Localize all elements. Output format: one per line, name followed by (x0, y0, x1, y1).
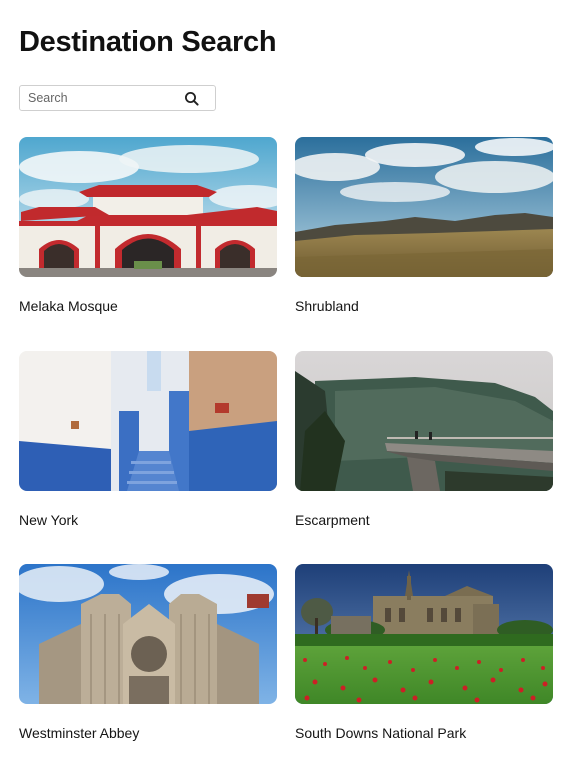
destination-card[interactable]: Westminster Abbey (19, 564, 277, 741)
destination-card[interactable]: Melaka Mosque (19, 137, 277, 314)
destination-name[interactable]: South Downs National Park (295, 725, 466, 741)
destination-image[interactable] (295, 564, 553, 704)
destination-name[interactable]: New York (19, 512, 78, 528)
destination-card[interactable]: New York (19, 351, 277, 528)
destination-image[interactable] (295, 137, 553, 277)
destination-card[interactable]: South Downs National Park (295, 564, 553, 741)
search-box (19, 85, 216, 111)
search-icon[interactable] (183, 90, 201, 108)
destination-image[interactable] (295, 351, 553, 491)
page-title: Destination Search (19, 26, 277, 58)
destination-image[interactable] (19, 351, 277, 491)
destination-image[interactable] (19, 137, 277, 277)
destination-image[interactable] (19, 564, 277, 704)
destination-name[interactable]: Melaka Mosque (19, 298, 118, 314)
destination-card[interactable]: Shrubland (295, 137, 553, 314)
destination-card[interactable]: Escarpment (295, 351, 553, 528)
destination-name[interactable]: Shrubland (295, 298, 359, 314)
destination-name[interactable]: Westminster Abbey (19, 725, 139, 741)
destination-name[interactable]: Escarpment (295, 512, 370, 528)
search-input[interactable] (20, 87, 178, 109)
